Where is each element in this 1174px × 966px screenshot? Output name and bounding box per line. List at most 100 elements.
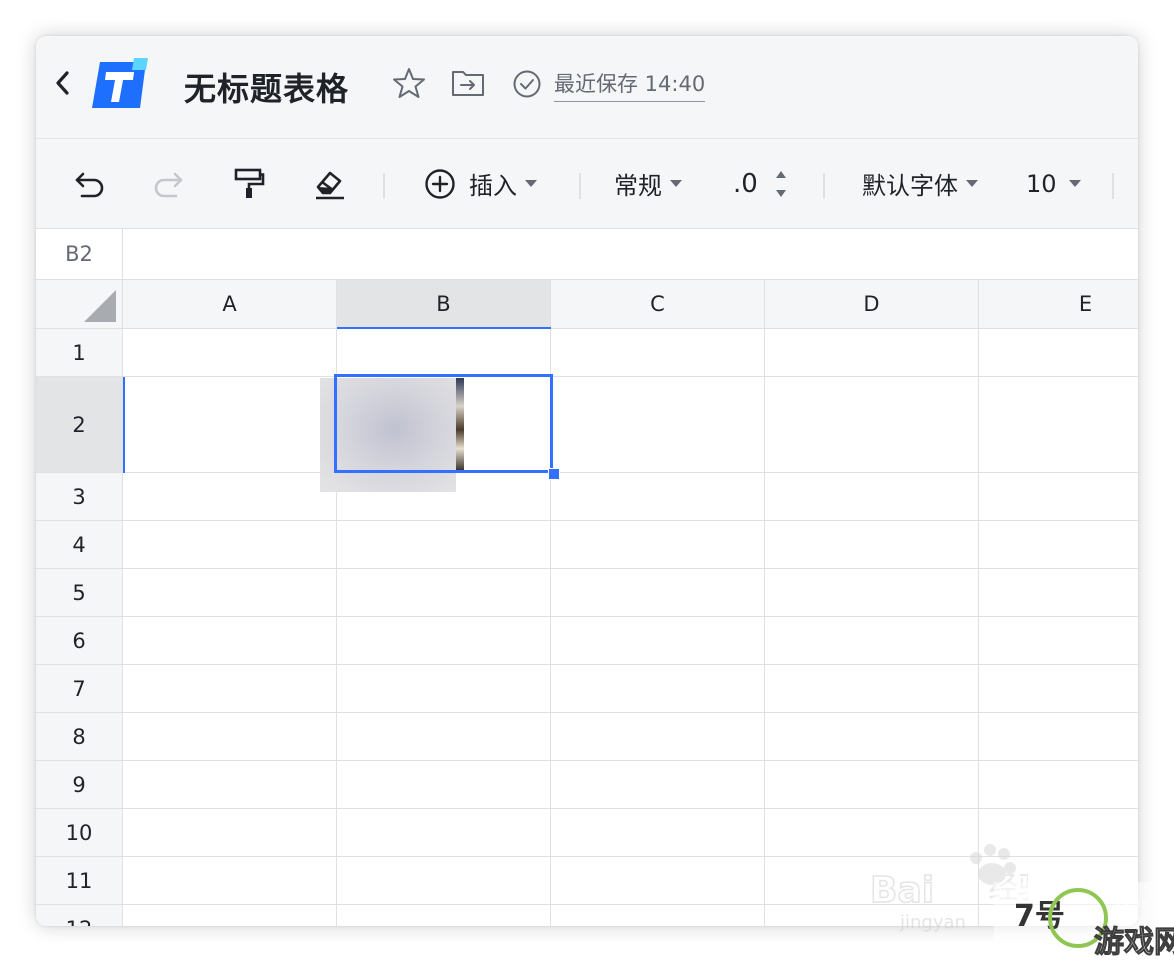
caret-down-icon (670, 180, 682, 187)
back-chevron-icon[interactable] (52, 68, 74, 98)
column-header-c[interactable]: C (551, 280, 765, 329)
eraser-icon (316, 171, 344, 199)
insert-dropdown[interactable]: 插入 (424, 139, 537, 228)
row-header-10[interactable]: 10 (36, 809, 123, 857)
cell-b4[interactable] (337, 521, 551, 569)
cell-e1[interactable] (979, 329, 1138, 377)
cell-a3[interactable] (123, 473, 337, 521)
site-watermark-text: 游戏网 (1094, 925, 1174, 960)
row-header-6[interactable]: 6 (36, 617, 123, 665)
redo-icon (154, 172, 183, 197)
cell-b12[interactable] (337, 905, 551, 926)
row-header-1[interactable]: 1 (36, 329, 123, 377)
cell-a1[interactable] (123, 329, 337, 377)
undo-button[interactable] (72, 139, 108, 228)
cell-d8[interactable] (765, 713, 979, 761)
baidu-watermark-text: jingyan (899, 912, 966, 933)
row-header-8[interactable]: 8 (36, 713, 123, 761)
column-header-d[interactable]: D (765, 280, 979, 329)
cell-e9[interactable] (979, 761, 1138, 809)
cell-b7[interactable] (337, 665, 551, 713)
caret-down-icon (1068, 180, 1081, 187)
cell-a9[interactable] (123, 761, 337, 809)
cell-b8[interactable] (337, 713, 551, 761)
cell-a4[interactable] (123, 521, 337, 569)
toolbar-divider (579, 173, 581, 199)
row-header-5[interactable]: 5 (36, 569, 123, 617)
clear-format-button[interactable] (312, 139, 348, 228)
cell-c2[interactable] (551, 377, 765, 473)
cell-a5[interactable] (123, 569, 337, 617)
insert-label: 插入 (469, 172, 517, 200)
column-header-a[interactable]: A (123, 280, 337, 329)
cell-b10[interactable] (337, 809, 551, 857)
cell-d9[interactable] (765, 761, 979, 809)
cell-c11[interactable] (551, 857, 765, 905)
cell-a6[interactable] (123, 617, 337, 665)
cell-e8[interactable] (979, 713, 1138, 761)
star-icon[interactable] (392, 66, 426, 100)
cell-d1[interactable] (765, 329, 979, 377)
cell-b5[interactable] (337, 569, 551, 617)
cell-a8[interactable] (123, 713, 337, 761)
row-header-9[interactable]: 9 (36, 761, 123, 809)
cell-d2[interactable] (765, 377, 979, 473)
cell-e3[interactable] (979, 473, 1138, 521)
cell-d5[interactable] (765, 569, 979, 617)
cell-c7[interactable] (551, 665, 765, 713)
font-size-dropdown[interactable]: 10 (1026, 139, 1081, 228)
cell-b9[interactable] (337, 761, 551, 809)
cell-a11[interactable] (123, 857, 337, 905)
cell-c10[interactable] (551, 809, 765, 857)
column-header-e[interactable]: E (979, 280, 1138, 329)
row-header-4[interactable]: 4 (36, 521, 123, 569)
cell-e7[interactable] (979, 665, 1138, 713)
cell-c1[interactable] (551, 329, 765, 377)
decimal-places-stepper[interactable]: .0 (733, 139, 790, 228)
cell-c9[interactable] (551, 761, 765, 809)
formula-input[interactable] (124, 229, 1138, 279)
cell-d4[interactable] (765, 521, 979, 569)
cell-d3[interactable] (765, 473, 979, 521)
row-header-3[interactable]: 3 (36, 473, 123, 521)
cell-b1[interactable] (337, 329, 551, 377)
column-header-b[interactable]: B (337, 280, 551, 329)
row-header-7[interactable]: 7 (36, 665, 123, 713)
row-header-11[interactable]: 11 (36, 857, 123, 905)
site-watermark-url: xlayx.com (1114, 897, 1174, 912)
fill-handle[interactable] (548, 468, 560, 480)
cell-a7[interactable] (123, 665, 337, 713)
redo-button[interactable] (150, 139, 186, 228)
toolbar-divider (1112, 173, 1114, 199)
document-title[interactable]: 无标题表格 (184, 64, 349, 110)
cell-c6[interactable] (551, 617, 765, 665)
cell-e5[interactable] (979, 569, 1138, 617)
number-format-dropdown[interactable]: 常规 (614, 139, 682, 228)
cell-d7[interactable] (765, 665, 979, 713)
move-to-folder-icon[interactable] (450, 67, 486, 99)
cell-b11[interactable] (337, 857, 551, 905)
format-painter-button[interactable] (232, 139, 266, 228)
formula-bar: B2 (36, 229, 1138, 280)
cell-reference-box[interactable]: B2 (36, 229, 123, 279)
row-header-2[interactable]: 2 (36, 377, 123, 473)
cell-a2[interactable] (123, 377, 337, 473)
cell-c3[interactable] (551, 473, 765, 521)
cell-a10[interactable] (123, 809, 337, 857)
cell-c12[interactable] (551, 905, 765, 926)
row-header-12[interactable]: 12 (36, 905, 123, 926)
cell-c5[interactable] (551, 569, 765, 617)
select-all-corner[interactable] (36, 280, 123, 329)
cell-e4[interactable] (979, 521, 1138, 569)
cell-c4[interactable] (551, 521, 765, 569)
cell-c8[interactable] (551, 713, 765, 761)
saved-check-icon (512, 69, 542, 99)
title-bar: 无标题表格 最近保存 14:40 (36, 36, 1138, 139)
cell-e2[interactable] (979, 377, 1138, 473)
save-status[interactable]: 最近保存 14:40 (554, 68, 706, 102)
cell-e6[interactable] (979, 617, 1138, 665)
cell-b6[interactable] (337, 617, 551, 665)
font-family-dropdown[interactable]: 默认字体 (862, 139, 978, 228)
cell-a12[interactable] (123, 905, 337, 926)
cell-d6[interactable] (765, 617, 979, 665)
